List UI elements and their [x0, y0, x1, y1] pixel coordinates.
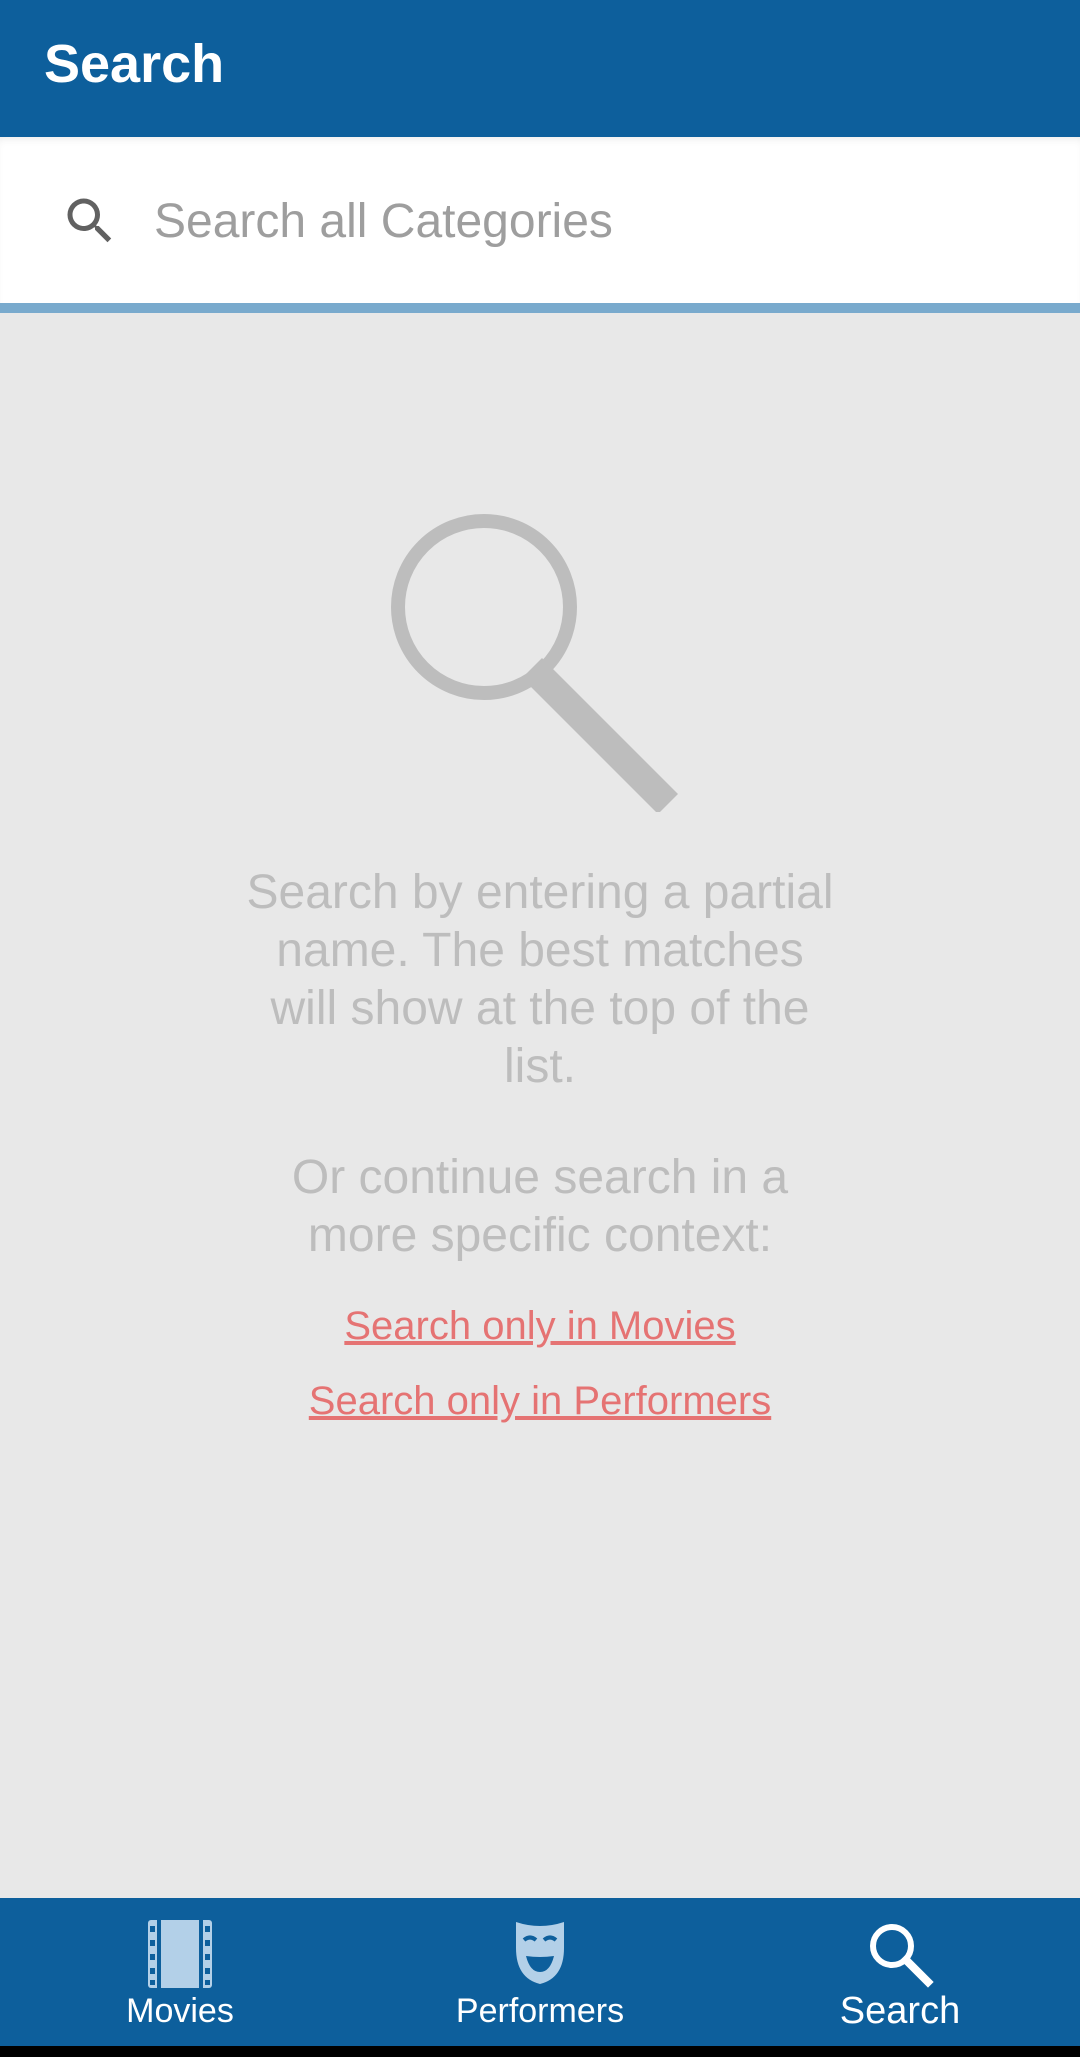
search-performers-link[interactable]: Search only in Performers [140, 1379, 940, 1424]
system-nav-strip [0, 2046, 1080, 2057]
nav-label-search: Search [839, 1990, 961, 2032]
empty-state-message: Search by entering a partial name. The b… [246, 866, 834, 1093]
search-movies-link[interactable]: Search only in Movies [140, 1304, 940, 1349]
search-icon [870, 1924, 934, 1988]
nav-label-movies: Movies [126, 1992, 234, 2030]
search-input[interactable] [154, 173, 1034, 269]
search-underline [0, 303, 1080, 313]
search-bar [0, 137, 1080, 303]
app-bar: Search [0, 0, 1080, 137]
nav-item-search[interactable]: Search [720, 1898, 1080, 2046]
bottom-nav: Movies Performers Search [0, 1898, 1080, 2046]
magnifier-illustration-icon [391, 514, 678, 812]
film-strip-icon [148, 1920, 212, 1988]
nav-label-performers: Performers [455, 1992, 625, 2030]
empty-state-context-prompt: Or continue search in a more specific co… [291, 1151, 789, 1262]
search-icon [67, 198, 112, 243]
theater-mask-icon [516, 1922, 564, 1984]
page-title: Search [44, 33, 225, 94]
nav-item-performers[interactable]: Performers [360, 1898, 720, 2046]
nav-item-movies[interactable]: Movies [0, 1898, 360, 2046]
